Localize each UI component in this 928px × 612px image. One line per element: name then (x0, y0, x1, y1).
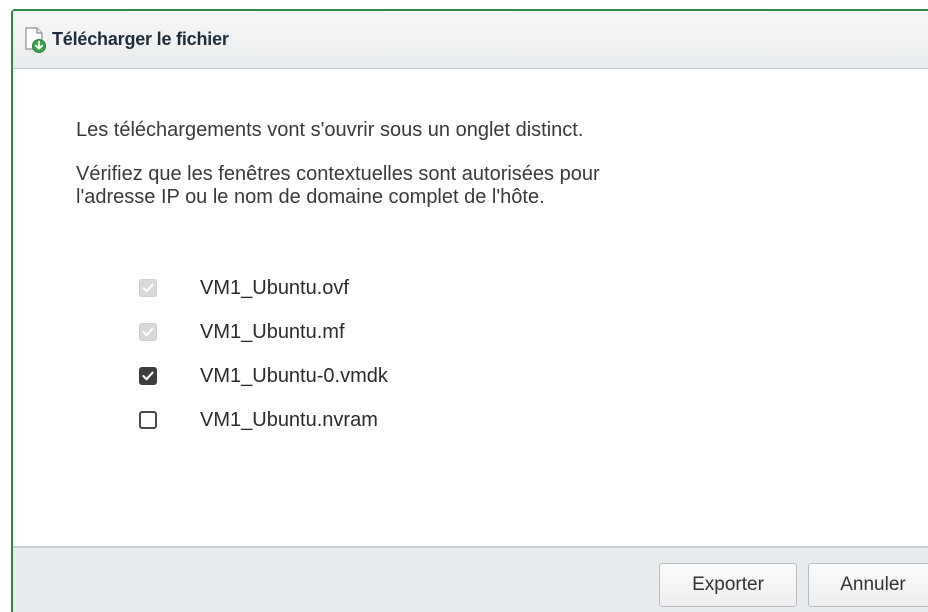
file-item: VM1_Ubuntu.ovf (139, 266, 388, 310)
file-item: VM1_Ubuntu-0.vmdk (139, 354, 388, 398)
file-name[interactable]: VM1_Ubuntu-0.vmdk (200, 365, 388, 388)
download-file-dialog: Télécharger le fichier Les téléchargemen… (11, 9, 928, 612)
dialog-footer: Exporter Annuler (13, 546, 928, 612)
file-download-icon (23, 26, 47, 53)
checkmark-icon (142, 283, 154, 293)
dialog-titlebar: Télécharger le fichier (13, 11, 928, 69)
file-name[interactable]: VM1_Ubuntu.nvram (200, 409, 378, 432)
export-button[interactable]: Exporter (659, 563, 797, 607)
file-name: VM1_Ubuntu.ovf (200, 276, 349, 299)
popup-warning-line-2: l'adresse IP ou le nom de domaine comple… (76, 186, 545, 208)
file-checkbox-disabled (139, 279, 157, 297)
file-item: VM1_Ubuntu.nvram (139, 398, 388, 442)
file-list: VM1_Ubuntu.ovf VM1_Ubuntu.mf VM1_Ubuntu-… (139, 266, 388, 442)
file-name: VM1_Ubuntu.mf (200, 320, 345, 343)
dialog-title: Télécharger le fichier (52, 29, 229, 49)
file-item: VM1_Ubuntu.mf (139, 310, 388, 354)
file-checkbox[interactable] (139, 411, 157, 429)
dialog-body: Les téléchargements vont s'ouvrir sous u… (13, 69, 928, 546)
checkmark-icon (142, 327, 154, 337)
popup-warning-line-1: Vérifiez que les fenêtres contextuelles … (76, 163, 600, 185)
info-message: Les téléchargements vont s'ouvrir sous u… (76, 119, 584, 141)
checkmark-icon (142, 371, 154, 381)
cancel-button[interactable]: Annuler (808, 563, 928, 607)
file-checkbox[interactable] (139, 367, 157, 385)
screen: Télécharger le fichier Les téléchargemen… (0, 0, 928, 612)
file-checkbox-disabled (139, 323, 157, 341)
